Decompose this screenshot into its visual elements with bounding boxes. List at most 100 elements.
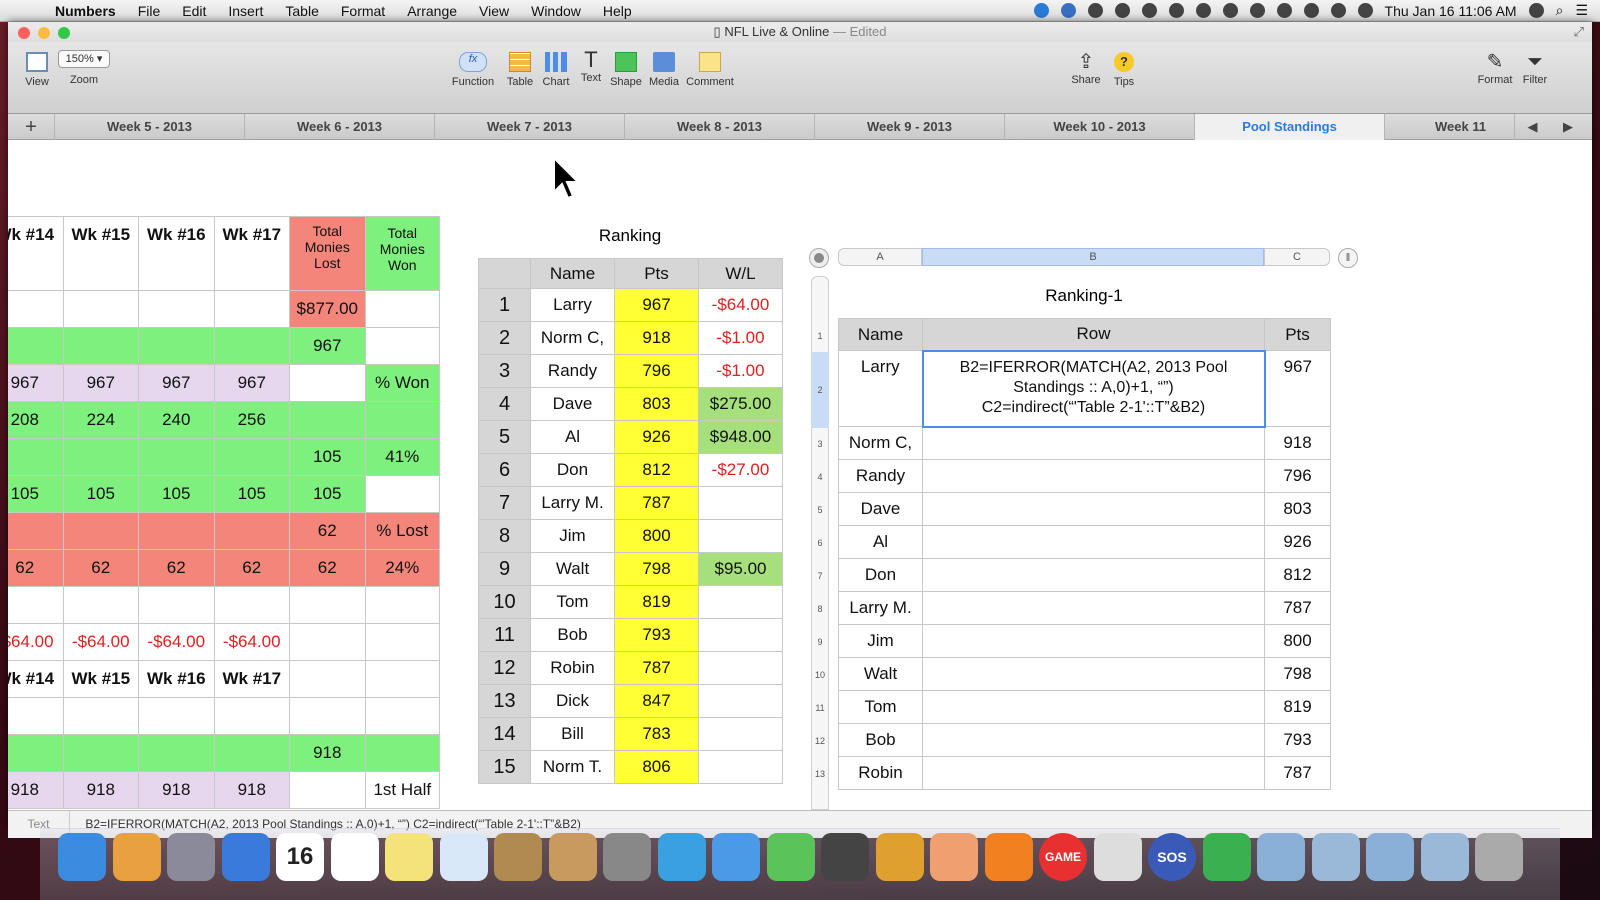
ranking1-pts-cell[interactable]: 819	[1264, 690, 1331, 724]
rank-name-cell[interactable]: Larry	[530, 288, 615, 322]
ranking1-row-cell[interactable]	[922, 492, 1265, 526]
ranking1-name-cell[interactable]: Tom	[838, 690, 923, 724]
totals-cell[interactable]	[138, 697, 215, 735]
totals-cell[interactable]: 918	[289, 734, 366, 772]
rank-pts-cell[interactable]: 793	[614, 618, 699, 652]
safari-icon[interactable]	[712, 833, 760, 881]
totals-cell[interactable]: 918	[8, 771, 64, 809]
totals-cell[interactable]	[213, 697, 291, 735]
column-c-header[interactable]: C	[1264, 248, 1330, 266]
totals-cell[interactable]: Wk #16	[138, 660, 215, 698]
header-total-monies-lost[interactable]: Total Monies Lost	[289, 216, 366, 291]
rank-wl-cell[interactable]: -$1.00	[698, 354, 783, 388]
totals-cell[interactable]: Wk #15	[62, 660, 140, 698]
totals-cell[interactable]	[364, 734, 441, 772]
reminders-icon[interactable]	[330, 833, 379, 881]
jam-icon[interactable]	[112, 833, 161, 881]
rank-wl-cell[interactable]	[698, 684, 783, 718]
totals-cell[interactable]: 24%	[364, 549, 441, 587]
rank-wl-cell[interactable]: $275.00	[698, 387, 783, 421]
messages-status-icon[interactable]	[1114, 3, 1130, 18]
row-number[interactable]: 13	[811, 758, 829, 791]
totals-cell[interactable]	[213, 586, 291, 624]
totals-cell[interactable]: 105	[289, 475, 366, 513]
media-button[interactable]: Media	[644, 52, 684, 88]
totals-cell[interactable]	[138, 438, 215, 476]
ranking1-pts-cell[interactable]: 812	[1264, 558, 1331, 592]
rank-pts-cell[interactable]: 798	[614, 552, 699, 586]
ranking1-row-cell[interactable]	[922, 723, 1265, 757]
totals-cell[interactable]	[8, 327, 64, 365]
rank-number-cell[interactable]: 2	[478, 321, 531, 355]
tab-week-6[interactable]: Week 6 - 2013	[244, 114, 434, 140]
ranking1-pts-cell[interactable]: 787	[1264, 756, 1331, 790]
rank-number-cell[interactable]: 8	[478, 519, 531, 553]
totals-cell[interactable]: -$64.00	[213, 623, 291, 661]
totals-cell[interactable]: 967	[8, 364, 64, 402]
row-number[interactable]: 1	[811, 320, 829, 352]
row-number[interactable]: 10	[811, 659, 829, 692]
totals-cell[interactable]	[138, 290, 215, 328]
rank-name-cell[interactable]: Walt	[530, 552, 615, 586]
totals-cell[interactable]: 105	[289, 438, 366, 476]
calendar-icon[interactable]: 16	[276, 833, 324, 881]
ranking1-name-cell[interactable]: Bob	[838, 723, 923, 757]
ranking1-name-cell[interactable]: Norm C,	[838, 426, 923, 460]
ranking1-name-cell[interactable]: Jim	[838, 624, 923, 658]
totals-cell[interactable]	[289, 771, 366, 809]
tips-button[interactable]: ? Tips	[1106, 52, 1142, 88]
rank-header-wl[interactable]: W/L	[698, 258, 783, 289]
tab-week-8[interactable]: Week 8 - 2013	[624, 114, 814, 140]
rank-wl-cell[interactable]: -$64.00	[698, 288, 783, 322]
totals-cell[interactable]	[62, 734, 140, 772]
totals-cell[interactable]: 967	[62, 364, 140, 402]
facetime-icon[interactable]	[821, 833, 869, 881]
rank-pts-cell[interactable]: 803	[614, 387, 699, 421]
menu-edit[interactable]: Edit	[171, 3, 217, 19]
totals-cell[interactable]: % Lost	[364, 512, 441, 550]
row-number[interactable]: 6	[811, 527, 829, 560]
totals-cell[interactable]	[364, 623, 441, 661]
rank-name-cell[interactable]: Dick	[530, 684, 615, 718]
scroll-tabs-right-icon[interactable]: ▶	[1550, 114, 1586, 140]
rank-pts-cell[interactable]: 796	[614, 354, 699, 388]
totals-cell[interactable]	[213, 327, 291, 365]
zoom-window-icon[interactable]	[58, 27, 70, 39]
totals-cell[interactable]	[213, 512, 291, 550]
totals-cell[interactable]: 62	[8, 549, 64, 587]
tab-week-5[interactable]: Week 5 - 2013	[54, 114, 244, 140]
row-number[interactable]: 3	[811, 428, 829, 461]
ranking1-pts-cell[interactable]: 926	[1264, 525, 1331, 559]
evernote-icon[interactable]	[1202, 833, 1251, 881]
add-sheet-button[interactable]: +	[8, 114, 54, 140]
header-wk16[interactable]: Wk #16	[138, 216, 215, 291]
rank-pts-cell[interactable]: 812	[614, 453, 699, 487]
add-column-handle[interactable]: ǁ	[1338, 248, 1358, 268]
totals-cell[interactable]	[364, 660, 441, 698]
menu-view[interactable]: View	[468, 3, 520, 19]
rank-number-cell[interactable]: 15	[478, 750, 531, 784]
screenshot-icon[interactable]	[1093, 833, 1142, 881]
rank-pts-cell[interactable]: 819	[614, 585, 699, 619]
keynote-icon[interactable]	[930, 833, 978, 881]
menu-table[interactable]: Table	[274, 3, 329, 19]
totals-cell[interactable]: 41%	[364, 438, 441, 476]
shape-button[interactable]: Shape	[608, 52, 644, 88]
totals-cell[interactable]: 224	[62, 401, 140, 439]
rank-number-cell[interactable]: 5	[478, 420, 531, 454]
dropbox-status-icon[interactable]	[1033, 3, 1049, 18]
rank-wl-cell[interactable]	[698, 651, 783, 685]
totals-cell[interactable]: 1st Half	[364, 771, 441, 809]
totals-cell[interactable]: 62	[62, 549, 140, 587]
totals-cell[interactable]: 918	[62, 771, 140, 809]
totals-cell[interactable]: Wk #17	[213, 660, 291, 698]
user-icon[interactable]	[1528, 3, 1544, 18]
totals-cell[interactable]	[289, 401, 366, 439]
totals-cell[interactable]	[364, 290, 441, 328]
ranking1-header-name[interactable]: Name	[838, 318, 923, 351]
rank-name-cell[interactable]: Dave	[530, 387, 615, 421]
rank-number-cell[interactable]: 11	[478, 618, 531, 652]
totals-cell[interactable]	[364, 401, 441, 439]
header-wk14[interactable]: Wk #14	[8, 216, 64, 291]
ranking1-pts-cell[interactable]: 918	[1264, 426, 1331, 460]
